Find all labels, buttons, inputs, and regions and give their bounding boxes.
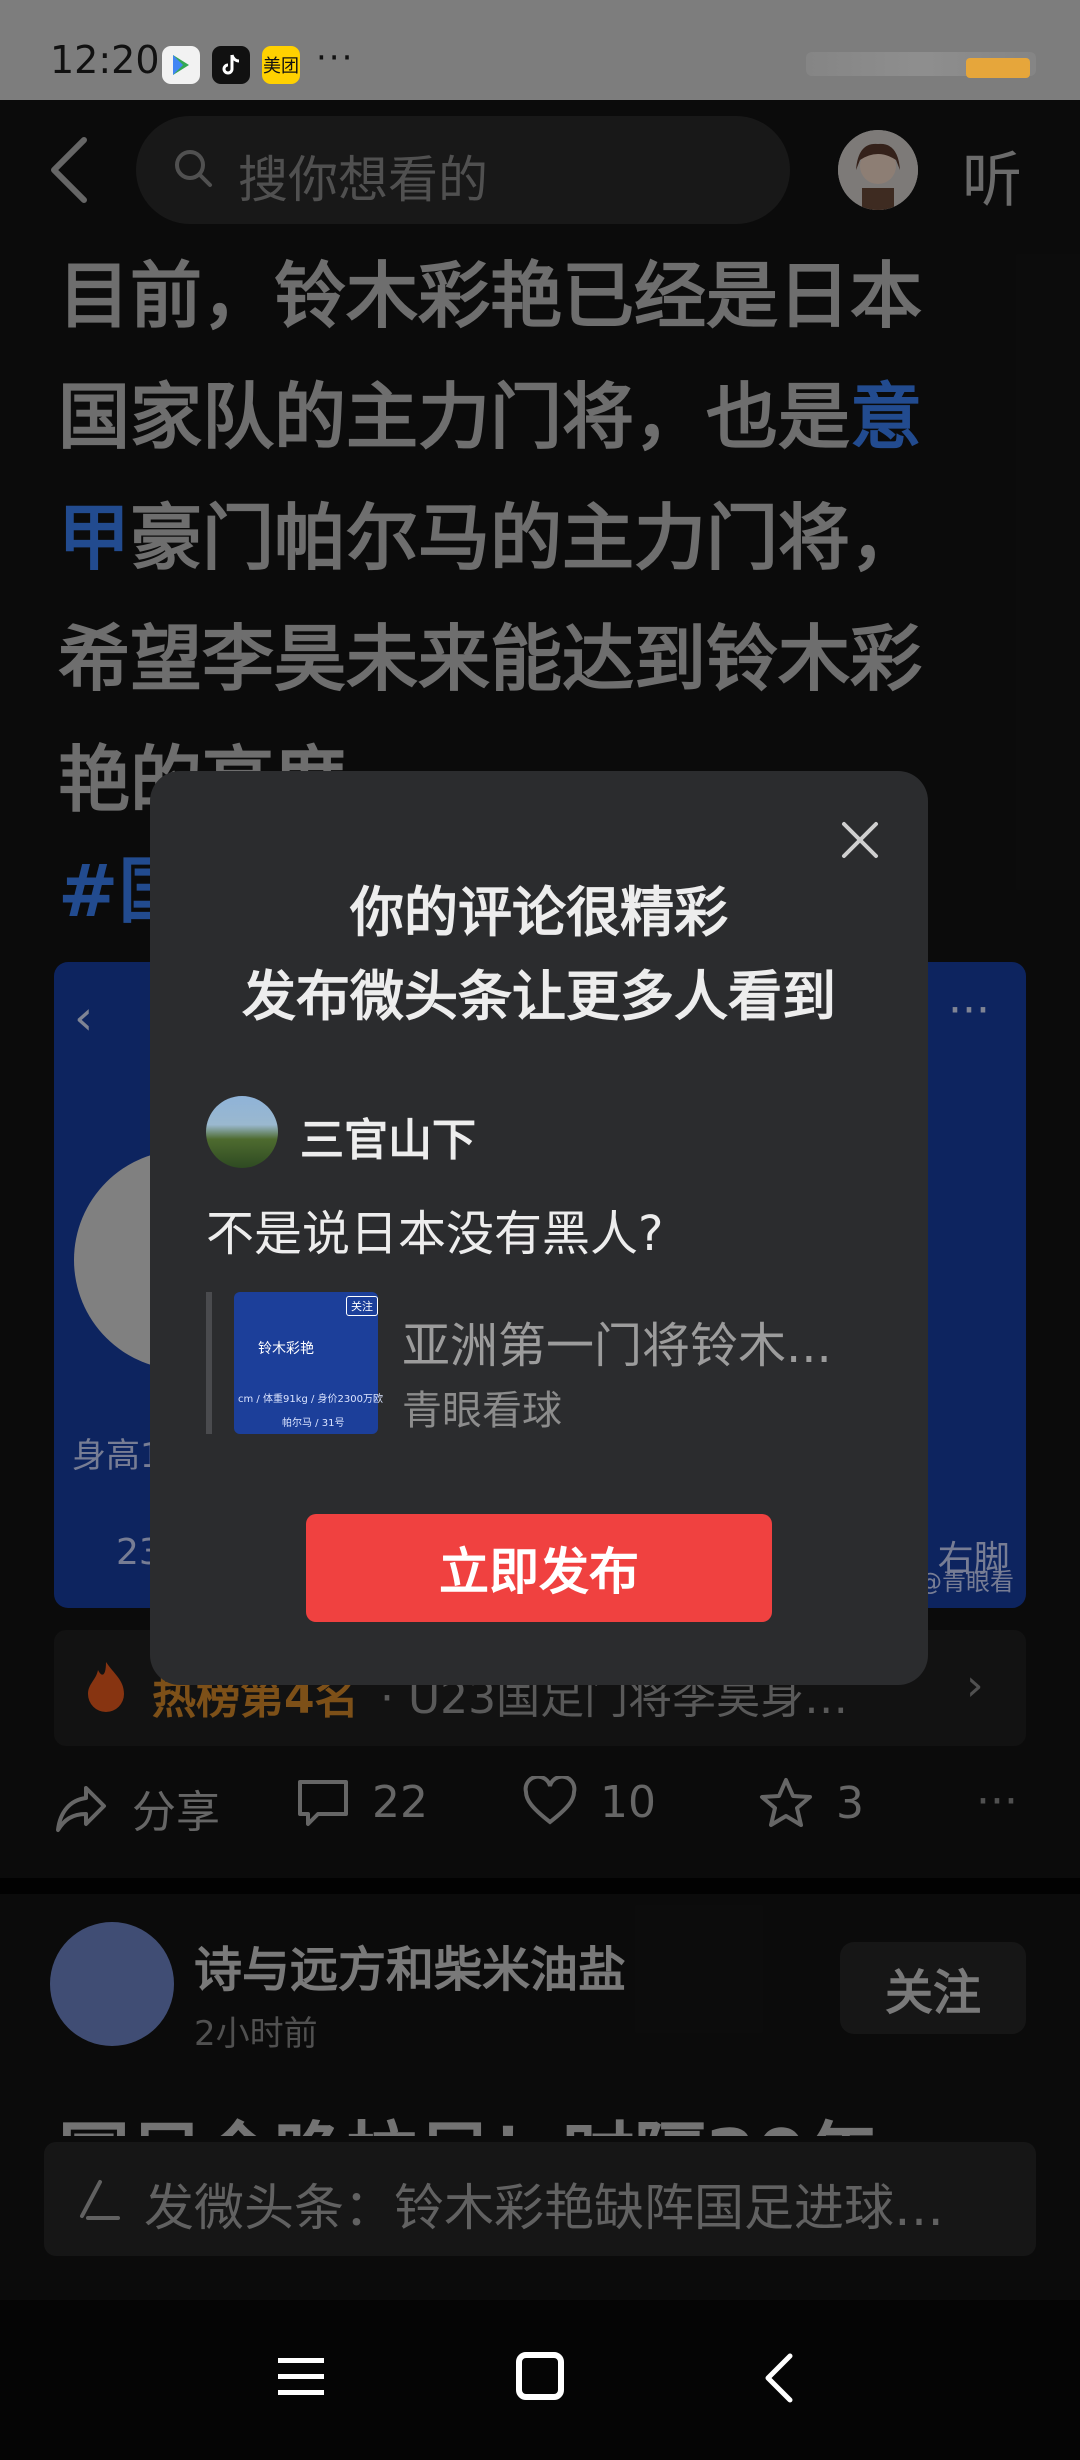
thumb-follow-label: 关注 [346, 1296, 378, 1316]
home-icon[interactable] [516, 2352, 564, 2400]
thumb-stats: cm / 体重91kg / 身价2300万欧 [238, 1394, 384, 1405]
quote-bar [206, 1292, 212, 1434]
menu-icon[interactable] [278, 2356, 324, 2400]
meituan-label: 美团 [263, 56, 299, 77]
publish-button[interactable]: 立即发布 [306, 1514, 772, 1622]
status-more: ··· [316, 38, 355, 78]
battery-icon [966, 58, 1030, 78]
close-icon[interactable] [836, 816, 884, 864]
status-time: 12:20 [50, 38, 160, 82]
dialog-title: 你的评论很精彩 [350, 881, 728, 944]
thumb-club: 帕尔马 / 31号 [282, 1418, 345, 1429]
comment-text: 不是说日本没有黑人? [206, 1206, 664, 1262]
nav-back-icon[interactable] [760, 2352, 800, 2408]
commenter-avatar [206, 1096, 278, 1168]
commenter-name: 三官山下 [300, 1115, 476, 1166]
meituan-icon: 美团 [262, 46, 300, 84]
quoted-source: 青眼看球 [402, 1388, 562, 1434]
tiktok-icon [212, 46, 250, 84]
dialog-subtitle: 发布微头条让更多人看到 [242, 965, 836, 1028]
quoted-title: 亚洲第一门将铃木... [402, 1318, 832, 1374]
google-play-icon [162, 46, 200, 84]
thumb-name: 铃木彩艳 [258, 1341, 314, 1357]
